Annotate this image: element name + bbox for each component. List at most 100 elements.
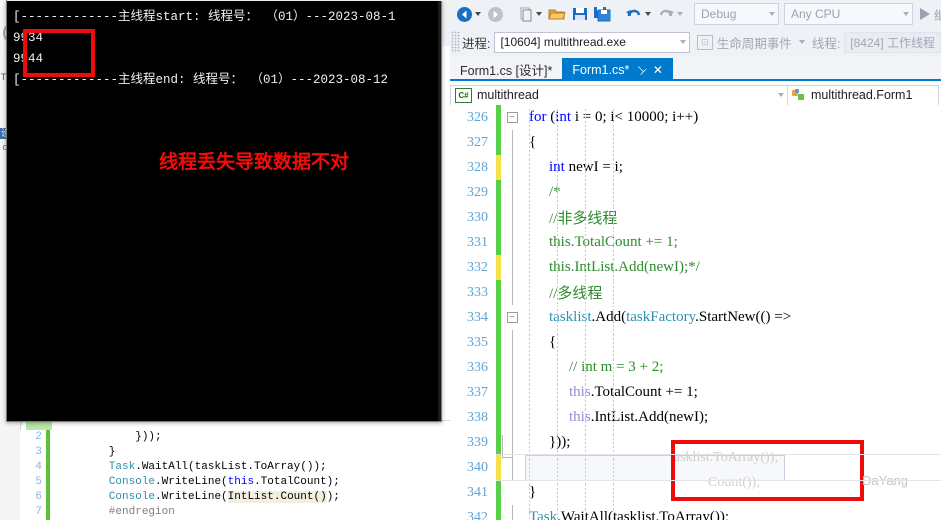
line-number: 336 bbox=[467, 359, 488, 375]
line-number: 329 bbox=[467, 184, 488, 200]
code-token: .TotalCount += 1; bbox=[590, 384, 698, 400]
editor-line[interactable]: 333 //多线程 bbox=[450, 280, 941, 307]
editor-line[interactable]: 331 this.TotalCount += 1; bbox=[450, 230, 941, 259]
line-number: 337 bbox=[467, 384, 488, 400]
background-code-line: Console.WriteLine(IntList.Count()); bbox=[56, 491, 340, 503]
outlining-margin[interactable] bbox=[501, 180, 523, 205]
background-code-line: #endregion bbox=[56, 506, 175, 518]
solution-configuration-value: Debug bbox=[701, 7, 737, 21]
outline-vertical-line bbox=[511, 180, 513, 205]
debugbar-grip[interactable] bbox=[451, 31, 460, 53]
solution-platform-dropdown[interactable]: Any CPU bbox=[784, 3, 913, 25]
navigate-forward-button[interactable] bbox=[484, 2, 507, 26]
editor-line[interactable]: 332 this.IntList.Add(newI);*/ bbox=[450, 255, 941, 284]
outlining-margin[interactable] bbox=[501, 155, 523, 180]
solution-configuration-dropdown[interactable]: Debug bbox=[694, 3, 779, 25]
outlining-margin[interactable] bbox=[501, 255, 523, 280]
background-line-number: 2 bbox=[35, 431, 42, 443]
line-number: 331 bbox=[467, 234, 488, 250]
outline-vertical-line bbox=[511, 255, 513, 280]
editor-line[interactable]: 337 this.TotalCount += 1; bbox=[450, 380, 941, 409]
editor-line[interactable]: 330 //非多线程 bbox=[450, 205, 941, 232]
code-token: .IntList.Add(newI);*/ bbox=[570, 259, 700, 275]
class-symbol-icon bbox=[792, 88, 806, 102]
undo-button[interactable] bbox=[622, 2, 654, 26]
console-window[interactable]: C:\Users\Administrator\source\repos\mult… bbox=[6, 0, 443, 422]
indent-guide bbox=[529, 282, 530, 307]
back-dropdown-caret[interactable] bbox=[475, 12, 481, 16]
editor-line[interactable]: 326 – for (int i = 0; i< 10000; i++) bbox=[450, 105, 941, 134]
tab-form1-code[interactable]: Form1.cs* ⊣ ✕ bbox=[562, 58, 673, 81]
outlining-margin[interactable] bbox=[501, 505, 523, 520]
editor-line[interactable]: 334 – tasklist.Add(taskFactory.StartNew(()… bbox=[450, 305, 941, 334]
pin-icon[interactable]: ⊣ bbox=[633, 62, 649, 77]
code-token: this bbox=[549, 259, 571, 275]
open-file-button[interactable] bbox=[545, 2, 569, 26]
console-scrollbar[interactable] bbox=[438, 1, 441, 421]
editor-line[interactable]: 336 // int m = 3 + 2; bbox=[450, 355, 941, 384]
thread-dropdown[interactable]: [8424] 工作线程 bbox=[844, 31, 941, 53]
outlining-margin[interactable] bbox=[501, 130, 523, 155]
indent-guide bbox=[613, 207, 614, 232]
navigate-back-button[interactable] bbox=[453, 2, 484, 26]
line-text: this.TotalCount += 1; bbox=[523, 234, 941, 259]
line-text: this.TotalCount += 1; bbox=[523, 384, 941, 409]
indent-guide bbox=[557, 207, 558, 232]
line-number: 328 bbox=[467, 159, 488, 175]
tab-form1-designer[interactable]: Form1.cs [设计]* bbox=[450, 58, 563, 81]
undo-dropdown-caret[interactable] bbox=[645, 12, 651, 16]
outlining-margin[interactable]: – bbox=[501, 112, 523, 123]
code-token: for bbox=[529, 109, 551, 125]
project-dropdown[interactable]: C# multithread bbox=[450, 84, 788, 106]
line-text: this.IntList.Add(newI);*/ bbox=[523, 259, 941, 284]
editor-line[interactable]: 342 Task.WaitAll(tasklist.ToArray()); bbox=[450, 505, 941, 520]
collapse-icon[interactable]: – bbox=[506, 312, 518, 323]
line-number: 326 bbox=[467, 109, 488, 125]
indent-guide bbox=[529, 207, 530, 232]
outlining-margin[interactable]: – bbox=[501, 312, 523, 323]
outlining-margin[interactable] bbox=[501, 280, 523, 305]
code-token: .TotalCount += 1; bbox=[570, 234, 678, 250]
collapse-icon[interactable]: – bbox=[506, 112, 518, 123]
code-token: .WaitAll(tasklist.ToArray()); bbox=[557, 509, 729, 520]
editor-line[interactable]: 335 { bbox=[450, 330, 941, 359]
editor-line[interactable]: 329 /* bbox=[450, 180, 941, 209]
line-number: 333 bbox=[467, 284, 488, 300]
continue-button[interactable]: 继续 bbox=[920, 5, 941, 24]
outlining-margin[interactable] bbox=[501, 230, 523, 255]
code-token: Task bbox=[529, 509, 558, 520]
code-editor[interactable]: … 326– for (int i = 0; i< 10000; i++) 327{… bbox=[450, 105, 941, 520]
code-token: .Add( bbox=[591, 309, 627, 325]
line-number: 327 bbox=[467, 134, 488, 150]
line-text: Task.WaitAll(tasklist.ToArray()); bbox=[523, 509, 941, 520]
save-button[interactable] bbox=[569, 2, 591, 26]
save-all-button[interactable] bbox=[591, 2, 614, 26]
process-dropdown[interactable]: [10604] multithread.exe bbox=[494, 31, 690, 53]
editor-line[interactable]: 338 this.IntList.Add(newI); bbox=[450, 405, 941, 434]
process-label: 进程: bbox=[461, 36, 491, 51]
outlining-margin[interactable] bbox=[501, 380, 523, 405]
redo-button[interactable] bbox=[654, 2, 686, 26]
code-navigation-bar: C# multithread multithread.Form1 bbox=[450, 81, 941, 107]
outlining-margin[interactable] bbox=[501, 205, 523, 230]
background-change-bar bbox=[46, 430, 50, 520]
indent-guide bbox=[557, 282, 558, 307]
editor-line[interactable]: 327 { bbox=[450, 130, 941, 159]
redo-dropdown-caret[interactable] bbox=[677, 12, 683, 16]
editor-line[interactable]: 328 int newI = i; bbox=[450, 155, 941, 184]
indent-guide bbox=[613, 282, 614, 307]
outlining-margin[interactable] bbox=[501, 455, 523, 480]
outlining-margin[interactable] bbox=[501, 405, 523, 430]
background-code-line: Task.WaitAll(taskList.ToArray()); bbox=[56, 461, 327, 473]
new-item-dropdown-caret[interactable] bbox=[536, 12, 542, 16]
code-token: this bbox=[569, 409, 591, 425]
lifecycle-dropdown-caret[interactable] bbox=[798, 40, 805, 44]
outlining-margin[interactable] bbox=[501, 355, 523, 380]
outlining-margin[interactable] bbox=[501, 330, 523, 355]
code-token: .StartNew(() => bbox=[695, 309, 792, 325]
tab-form1-designer-label: Form1.cs [设计]* bbox=[460, 64, 553, 78]
close-icon[interactable]: ✕ bbox=[653, 63, 663, 77]
new-item-button[interactable] bbox=[515, 2, 545, 26]
type-dropdown[interactable]: multithread.Form1 bbox=[788, 84, 939, 106]
lifecycle-events-label[interactable]: 生命周期事件 bbox=[717, 33, 792, 52]
